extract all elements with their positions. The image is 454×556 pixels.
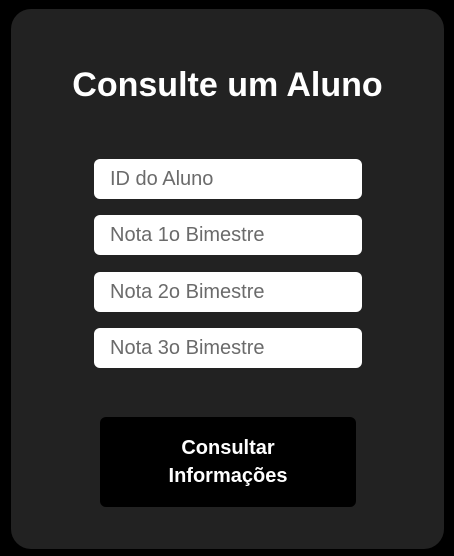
consult-info-button[interactable]: Consultar Informações: [100, 417, 356, 507]
student-id-input[interactable]: [94, 159, 362, 199]
grade-1st-bimester-input[interactable]: [94, 215, 362, 255]
grade-3rd-bimester-input[interactable]: [94, 328, 362, 368]
grade-2nd-bimester-input[interactable]: [94, 272, 362, 312]
page-title: Consulte um Aluno: [72, 66, 383, 104]
query-card: Consulte um Aluno Consultar Informações: [11, 9, 444, 549]
